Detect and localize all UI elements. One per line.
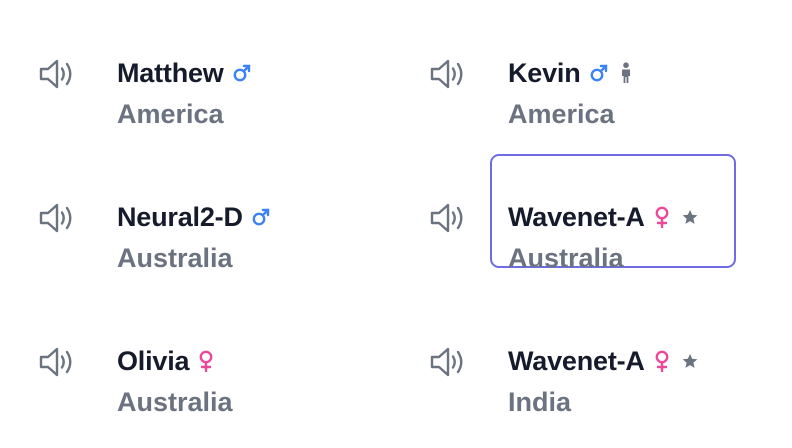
male-symbol-icon bbox=[589, 63, 609, 83]
speaker-volume-icon bbox=[37, 56, 77, 92]
voice-name: Wavenet-A bbox=[508, 202, 645, 232]
speaker-volume-icon bbox=[428, 344, 468, 380]
female-symbol-icon bbox=[197, 350, 215, 372]
voice-name-row: Matthew bbox=[117, 56, 252, 90]
voice-region: Australia bbox=[508, 243, 624, 273]
voice-name: Neural2-D bbox=[117, 202, 243, 232]
male-symbol-icon bbox=[232, 63, 252, 83]
voice-region: Australia bbox=[117, 387, 233, 417]
voice-region: America bbox=[117, 99, 224, 129]
voice-card-neural2-d[interactable]: Neural2-D Australia bbox=[0, 161, 269, 275]
voice-card-wavenet-a-australia-content[interactable]: Wavenet-A Australia bbox=[391, 161, 698, 275]
voice-card-kevin[interactable]: Kevin America bbox=[391, 17, 651, 131]
play-sample-button[interactable] bbox=[36, 343, 78, 381]
voice-card-wavenet-a-india[interactable]: Wavenet-A India bbox=[391, 305, 698, 419]
play-sample-button[interactable] bbox=[427, 199, 469, 237]
voice-name-row: Neural2-D bbox=[117, 200, 271, 234]
voice-name-row: Kevin bbox=[508, 56, 633, 90]
voice-region: India bbox=[508, 387, 572, 417]
voice-card-matthew[interactable]: Matthew America bbox=[0, 17, 260, 131]
voice-name: Wavenet-A bbox=[508, 346, 645, 376]
star-icon bbox=[681, 352, 699, 370]
play-sample-button[interactable] bbox=[427, 55, 469, 93]
female-symbol-icon bbox=[653, 350, 671, 372]
speaker-volume-icon bbox=[428, 200, 468, 236]
female-symbol-icon bbox=[653, 206, 671, 228]
play-sample-button[interactable] bbox=[36, 199, 78, 237]
child-figure-icon bbox=[619, 62, 633, 84]
voice-name-row: Wavenet-A bbox=[508, 344, 699, 378]
speaker-volume-icon bbox=[37, 200, 77, 236]
star-icon bbox=[681, 208, 699, 226]
voice-name-row: Olivia bbox=[117, 344, 215, 378]
voice-card-olivia[interactable]: Olivia Australia bbox=[0, 305, 260, 419]
male-symbol-icon bbox=[251, 207, 271, 227]
voice-region: Australia bbox=[117, 243, 233, 273]
voice-name: Olivia bbox=[117, 346, 190, 376]
voice-name: Kevin bbox=[508, 58, 581, 88]
speaker-volume-icon bbox=[428, 56, 468, 92]
play-sample-button[interactable] bbox=[427, 343, 469, 381]
voice-name-row: Wavenet-A bbox=[508, 200, 699, 234]
speaker-volume-icon bbox=[37, 344, 77, 380]
play-sample-button[interactable] bbox=[36, 55, 78, 93]
voice-name: Matthew bbox=[117, 58, 224, 88]
voice-region: America bbox=[508, 99, 615, 129]
